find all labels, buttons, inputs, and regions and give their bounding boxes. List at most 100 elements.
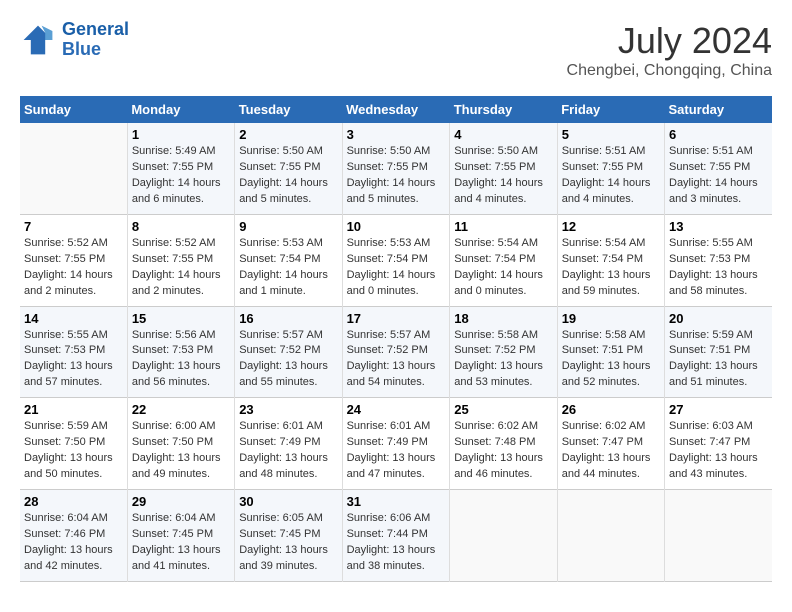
day-info: Sunrise: 6:03 AMSunset: 7:47 PMDaylight:… — [669, 419, 768, 483]
day-info: Sunrise: 6:04 AMSunset: 7:45 PMDaylight:… — [132, 511, 230, 575]
logo-text: General Blue — [62, 20, 129, 60]
day-number: 26 — [562, 402, 660, 417]
calendar-cell: 29 Sunrise: 6:04 AMSunset: 7:45 PMDayligh… — [127, 490, 234, 582]
day-info: Sunrise: 5:51 AMSunset: 7:55 PMDaylight:… — [669, 144, 768, 208]
day-info: Sunrise: 5:50 AMSunset: 7:55 PMDaylight:… — [454, 144, 552, 208]
day-header: Monday — [127, 96, 234, 123]
day-number: 16 — [239, 311, 337, 326]
calendar-cell: 21 Sunrise: 5:59 AMSunset: 7:50 PMDayligh… — [20, 398, 127, 490]
calendar-cell: 24 Sunrise: 6:01 AMSunset: 7:49 PMDayligh… — [342, 398, 450, 490]
day-number: 5 — [562, 127, 660, 142]
day-number: 13 — [669, 219, 768, 234]
day-number: 6 — [669, 127, 768, 142]
day-number: 18 — [454, 311, 552, 326]
day-number: 11 — [454, 219, 552, 234]
day-info: Sunrise: 5:58 AMSunset: 7:51 PMDaylight:… — [562, 328, 660, 392]
day-header: Saturday — [665, 96, 773, 123]
day-number: 30 — [239, 494, 337, 509]
day-header: Thursday — [450, 96, 557, 123]
calendar-cell: 31 Sunrise: 6:06 AMSunset: 7:44 PMDayligh… — [342, 490, 450, 582]
calendar-cell: 7Sunrise: 5:52 AMSunset: 7:55 PMDaylight… — [20, 214, 127, 306]
day-info: Sunrise: 5:59 AMSunset: 7:51 PMDaylight:… — [669, 328, 768, 392]
day-number: 10 — [347, 219, 446, 234]
day-info: Sunrise: 6:02 AMSunset: 7:47 PMDaylight:… — [562, 419, 660, 483]
calendar-cell: 15 Sunrise: 5:56 AMSunset: 7:53 PMDayligh… — [127, 306, 234, 398]
day-number: 9 — [239, 219, 337, 234]
calendar-cell: 23 Sunrise: 6:01 AMSunset: 7:49 PMDayligh… — [235, 398, 342, 490]
calendar-cell: 12 Sunrise: 5:54 AMSunset: 7:54 PMDayligh… — [557, 214, 664, 306]
calendar-cell: 8 Sunrise: 5:52 AMSunset: 7:55 PMDaylight… — [127, 214, 234, 306]
days-row: SundayMondayTuesdayWednesdayThursdayFrid… — [20, 96, 772, 123]
calendar-cell: 14 Sunrise: 5:55 AMSunset: 7:53 PMDayligh… — [20, 306, 127, 398]
day-number: 24 — [347, 402, 446, 417]
calendar-cell: 26 Sunrise: 6:02 AMSunset: 7:47 PMDayligh… — [557, 398, 664, 490]
day-info: Sunrise: 5:51 AMSunset: 7:55 PMDaylight:… — [562, 144, 660, 208]
calendar-cell: 5 Sunrise: 5:51 AMSunset: 7:55 PMDaylight… — [557, 123, 664, 214]
day-number: 12 — [562, 219, 660, 234]
day-number: 29 — [132, 494, 230, 509]
calendar-cell: 27Sunrise: 6:03 AMSunset: 7:47 PMDayligh… — [665, 398, 773, 490]
day-number: 15 — [132, 311, 230, 326]
day-info: Sunrise: 6:01 AMSunset: 7:49 PMDaylight:… — [239, 419, 337, 483]
day-info: Sunrise: 5:54 AMSunset: 7:54 PMDaylight:… — [454, 236, 552, 300]
calendar-week-row: 14 Sunrise: 5:55 AMSunset: 7:53 PMDayligh… — [20, 306, 772, 398]
day-info: Sunrise: 5:56 AMSunset: 7:53 PMDaylight:… — [132, 328, 230, 392]
calendar-cell: 11 Sunrise: 5:54 AMSunset: 7:54 PMDayligh… — [450, 214, 557, 306]
day-number: 25 — [454, 402, 552, 417]
day-number: 21 — [24, 402, 123, 417]
calendar-cell: 1Sunrise: 5:49 AMSunset: 7:55 PMDaylight… — [127, 123, 234, 214]
day-number: 22 — [132, 402, 230, 417]
day-info: Sunrise: 5:52 AMSunset: 7:55 PMDaylight:… — [24, 236, 123, 300]
day-info: Sunrise: 5:59 AMSunset: 7:50 PMDaylight:… — [24, 419, 123, 483]
calendar-table: SundayMondayTuesdayWednesdayThursdayFrid… — [20, 96, 772, 582]
day-info: Sunrise: 5:57 AMSunset: 7:52 PMDaylight:… — [239, 328, 337, 392]
day-info: Sunrise: 5:54 AMSunset: 7:54 PMDaylight:… — [562, 236, 660, 300]
day-info: Sunrise: 5:58 AMSunset: 7:52 PMDaylight:… — [454, 328, 552, 392]
day-info: Sunrise: 5:53 AMSunset: 7:54 PMDaylight:… — [347, 236, 446, 300]
day-info: Sunrise: 5:55 AMSunset: 7:53 PMDaylight:… — [24, 328, 123, 392]
calendar-cell: 4 Sunrise: 5:50 AMSunset: 7:55 PMDaylight… — [450, 123, 557, 214]
day-info: Sunrise: 6:06 AMSunset: 7:44 PMDaylight:… — [347, 511, 446, 575]
day-info: Sunrise: 6:01 AMSunset: 7:49 PMDaylight:… — [347, 419, 446, 483]
calendar-cell — [557, 490, 664, 582]
day-info: Sunrise: 5:50 AMSunset: 7:55 PMDaylight:… — [347, 144, 446, 208]
day-number: 23 — [239, 402, 337, 417]
calendar-cell — [665, 490, 773, 582]
location: Chengbei, Chongqing, China — [567, 62, 772, 80]
day-info: Sunrise: 5:52 AMSunset: 7:55 PMDaylight:… — [132, 236, 230, 300]
day-info: Sunrise: 5:57 AMSunset: 7:52 PMDaylight:… — [347, 328, 446, 392]
day-header: Friday — [557, 96, 664, 123]
day-info: Sunrise: 5:50 AMSunset: 7:55 PMDaylight:… — [239, 144, 337, 208]
calendar-cell — [450, 490, 557, 582]
calendar-week-row: 28Sunrise: 6:04 AMSunset: 7:46 PMDayligh… — [20, 490, 772, 582]
page-header: General Blue July 2024 Chengbei, Chongqi… — [20, 20, 772, 80]
calendar-cell: 2 Sunrise: 5:50 AMSunset: 7:55 PMDaylight… — [235, 123, 342, 214]
calendar-cell: 17 Sunrise: 5:57 AMSunset: 7:52 PMDayligh… — [342, 306, 450, 398]
day-number: 17 — [347, 311, 446, 326]
calendar-cell: 3Sunrise: 5:50 AMSunset: 7:55 PMDaylight… — [342, 123, 450, 214]
calendar-cell — [20, 123, 127, 214]
day-number: 31 — [347, 494, 446, 509]
calendar-cell: 18 Sunrise: 5:58 AMSunset: 7:52 PMDayligh… — [450, 306, 557, 398]
day-number: 14 — [24, 311, 123, 326]
calendar-week-row: 7Sunrise: 5:52 AMSunset: 7:55 PMDaylight… — [20, 214, 772, 306]
day-number: 4 — [454, 127, 552, 142]
logo-icon — [20, 22, 56, 58]
day-number: 8 — [132, 219, 230, 234]
day-info: Sunrise: 6:04 AMSunset: 7:46 PMDaylight:… — [24, 511, 123, 575]
calendar-week-row: 21 Sunrise: 5:59 AMSunset: 7:50 PMDayligh… — [20, 398, 772, 490]
day-info: Sunrise: 6:00 AMSunset: 7:50 PMDaylight:… — [132, 419, 230, 483]
calendar-header: SundayMondayTuesdayWednesdayThursdayFrid… — [20, 96, 772, 123]
calendar-cell: 6 Sunrise: 5:51 AMSunset: 7:55 PMDaylight… — [665, 123, 773, 214]
calendar-week-row: 1Sunrise: 5:49 AMSunset: 7:55 PMDaylight… — [20, 123, 772, 214]
day-header: Sunday — [20, 96, 127, 123]
day-number: 20 — [669, 311, 768, 326]
calendar-cell: 22 Sunrise: 6:00 AMSunset: 7:50 PMDayligh… — [127, 398, 234, 490]
calendar-cell: 16 Sunrise: 5:57 AMSunset: 7:52 PMDayligh… — [235, 306, 342, 398]
day-info: Sunrise: 5:49 AMSunset: 7:55 PMDaylight:… — [132, 144, 230, 208]
calendar-body: 1Sunrise: 5:49 AMSunset: 7:55 PMDaylight… — [20, 123, 772, 581]
day-number: 2 — [239, 127, 337, 142]
day-info: Sunrise: 5:55 AMSunset: 7:53 PMDaylight:… — [669, 236, 768, 300]
day-info: Sunrise: 6:02 AMSunset: 7:48 PMDaylight:… — [454, 419, 552, 483]
calendar-cell: 9Sunrise: 5:53 AMSunset: 7:54 PMDaylight… — [235, 214, 342, 306]
